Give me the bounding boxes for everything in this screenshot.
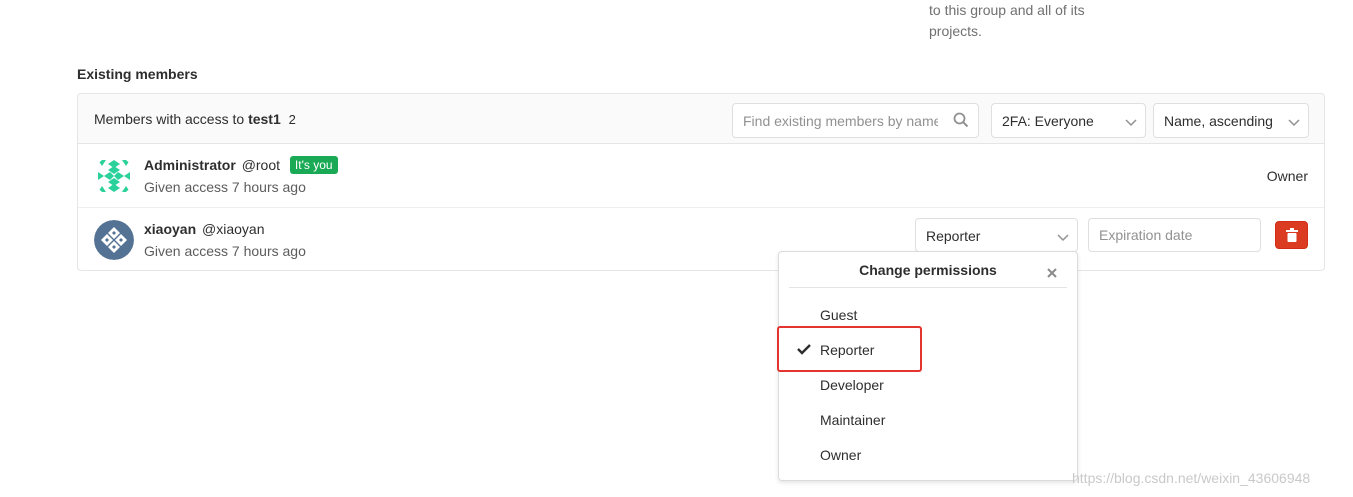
avatar[interactable]	[94, 220, 134, 260]
member-role: Owner	[1266, 168, 1308, 184]
chevron-down-icon	[1125, 115, 1137, 131]
member-row-administrator: Administrator @root It's you Given acces…	[78, 144, 1324, 208]
trash-icon	[1286, 228, 1298, 242]
remove-member-button[interactable]	[1275, 221, 1308, 249]
member-username: @xiaoyan	[202, 221, 265, 237]
close-icon[interactable]	[1047, 265, 1057, 281]
member-username: @root	[241, 157, 281, 173]
filter-2fa-label: 2FA: Everyone	[1002, 113, 1094, 129]
member-row-xiaoyan: xiaoyan @xiaoyan Given access 7 hours ag…	[78, 208, 1324, 272]
chevron-down-icon	[1288, 115, 1300, 131]
popup-divider	[789, 287, 1067, 288]
note-line-2: projects.	[929, 23, 982, 39]
member-search-input[interactable]	[733, 104, 948, 137]
role-dropdown-label: Reporter	[926, 228, 981, 244]
member-given-access: Given access 7 hours ago	[144, 179, 306, 195]
role-dropdown[interactable]: Reporter	[915, 218, 1078, 252]
sort-label: Name, ascending	[1164, 113, 1273, 129]
expiration-date-input[interactable]	[1088, 218, 1261, 252]
group-access-note: to this group and all of its projects.	[929, 0, 1085, 42]
note-line-1: to this group and all of its	[929, 2, 1085, 18]
permission-option-owner[interactable]: Owner	[820, 447, 861, 463]
avatar[interactable]	[94, 156, 134, 196]
member-count: 2	[288, 112, 296, 127]
members-header-title: Members with access to test1 2	[94, 111, 296, 127]
member-name-line: Administrator @root It's you	[144, 156, 338, 175]
members-panel: Members with access to test1 2 2FA: Ever…	[77, 93, 1325, 271]
permission-option-guest[interactable]: Guest	[820, 307, 857, 323]
existing-members-title: Existing members	[77, 66, 198, 82]
member-display-name[interactable]: Administrator	[144, 157, 236, 173]
permission-option-maintainer[interactable]: Maintainer	[820, 412, 885, 428]
chevron-down-icon	[1057, 230, 1069, 246]
watermark: https://blog.csdn.net/weixin_43606948	[1072, 470, 1311, 486]
member-given-access: Given access 7 hours ago	[144, 243, 306, 259]
search-icon[interactable]	[953, 112, 969, 131]
reporter-highlight-box	[777, 326, 922, 372]
members-header-prefix: Members with access to	[94, 111, 245, 127]
member-name-line: xiaoyan @xiaoyan	[144, 221, 265, 237]
group-name: test1	[248, 111, 281, 127]
sort-dropdown[interactable]: Name, ascending	[1153, 103, 1309, 138]
popup-title: Change permissions	[859, 262, 997, 278]
its-you-badge: It's you	[289, 156, 338, 174]
member-search-box[interactable]	[732, 103, 979, 138]
permission-option-developer[interactable]: Developer	[820, 377, 884, 393]
filter-2fa-dropdown[interactable]: 2FA: Everyone	[991, 103, 1146, 138]
members-panel-header: Members with access to test1 2 2FA: Ever…	[78, 94, 1324, 144]
member-display-name[interactable]: xiaoyan	[144, 221, 196, 237]
